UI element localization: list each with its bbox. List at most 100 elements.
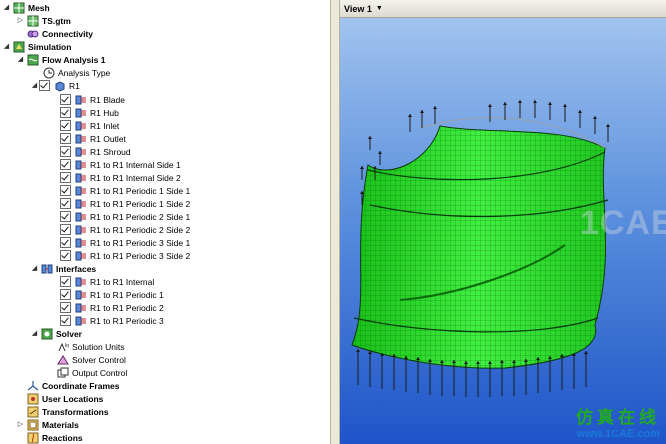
flow-arrow-head xyxy=(408,114,412,117)
domain-checkbox[interactable] xyxy=(39,80,50,91)
item-label: R1 to R1 Periodic 1 Side 2 xyxy=(90,198,191,209)
flow-arrow-head xyxy=(503,102,507,105)
item-checkbox[interactable] xyxy=(60,107,71,118)
interface-icon xyxy=(75,289,87,301)
tree-item-transformations[interactable]: Transformations xyxy=(25,405,109,418)
boundary-icon xyxy=(75,146,87,158)
tree-item-connectivity[interactable]: Connectivity xyxy=(25,27,93,40)
tree-item-mesh-file[interactable]: ▷ TS.gtm xyxy=(16,14,71,27)
list-item[interactable]: R1 to R1 Internal xyxy=(60,275,154,288)
splitter[interactable] xyxy=(330,0,340,444)
list-item[interactable]: R1 Blade xyxy=(60,93,125,106)
item-label: R1 to R1 Periodic 1 Side 1 xyxy=(90,185,191,196)
viewport[interactable]: View 1 ▼ 1CAE.COM 仿真在线 www.1CAE.com xyxy=(340,0,666,444)
list-item[interactable]: R1 to R1 Internal Side 1 xyxy=(60,158,181,171)
flow-arrow-head xyxy=(360,166,364,169)
tree-label-domain: R1 xyxy=(69,80,80,91)
item-checkbox[interactable] xyxy=(60,185,71,196)
item-checkbox[interactable] xyxy=(60,94,71,105)
boundary-icon xyxy=(75,120,87,132)
item-checkbox[interactable] xyxy=(60,302,71,313)
collapse-arrow-icon[interactable]: ◢ xyxy=(16,55,25,64)
boundary-icon xyxy=(75,133,87,145)
tree-item-output-control[interactable]: Output Control xyxy=(55,366,127,379)
item-checkbox[interactable] xyxy=(60,289,71,300)
brand-watermark: 仿真在线 www.1CAE.com xyxy=(576,409,660,441)
item-checkbox[interactable] xyxy=(60,146,71,157)
item-checkbox[interactable] xyxy=(60,198,71,209)
collapse-arrow-icon[interactable]: ◢ xyxy=(30,329,39,338)
mesh-icon xyxy=(13,2,25,14)
boundary-icon xyxy=(75,107,87,119)
list-item[interactable]: R1 to R1 Periodic 2 Side 2 xyxy=(60,223,190,236)
item-checkbox[interactable] xyxy=(60,211,71,222)
tree-item-solver[interactable]: ◢ Solver xyxy=(30,327,82,340)
list-item[interactable]: R1 Outlet xyxy=(60,132,126,145)
boundary-icon xyxy=(75,172,87,184)
list-item[interactable]: R1 Shroud xyxy=(60,145,131,158)
user-locations-icon xyxy=(27,393,39,405)
tree-item-coordinate-frames[interactable]: Coordinate Frames xyxy=(25,379,119,392)
list-item[interactable]: R1 to R1 Periodic 1 xyxy=(60,288,164,301)
item-checkbox[interactable] xyxy=(60,315,71,326)
item-label: R1 to R1 Periodic 3 Side 1 xyxy=(90,237,191,248)
list-item[interactable]: R1 to R1 Periodic 2 Side 1 xyxy=(60,210,190,223)
tree-item-solution-units[interactable]: kg Solution Units xyxy=(55,340,124,353)
item-label: R1 Outlet xyxy=(90,133,126,144)
solver-control-icon xyxy=(57,354,69,366)
list-item[interactable]: R1 to R1 Periodic 1 Side 1 xyxy=(60,184,190,197)
tree-item-analysis-type[interactable]: Analysis Type xyxy=(41,66,110,79)
tree-item-interfaces[interactable]: ◢ Interfaces xyxy=(30,262,96,275)
collapse-arrow-icon[interactable]: ◢ xyxy=(2,42,11,51)
list-item[interactable]: R1 to R1 Periodic 3 Side 2 xyxy=(60,249,190,262)
tree-item-simulation[interactable]: ◢ Simulation xyxy=(2,40,71,53)
tree-item-domain-r1[interactable]: ◢ R1 xyxy=(30,79,80,92)
flow-arrow-head xyxy=(533,100,537,103)
item-checkbox[interactable] xyxy=(60,250,71,261)
output-control-icon xyxy=(57,367,69,379)
collapse-arrow-icon[interactable]: ◢ xyxy=(30,81,39,90)
list-item[interactable]: R1 to R1 Periodic 1 Side 2 xyxy=(60,197,190,210)
tree-item-flow-analysis[interactable]: ◢ Flow Analysis 1 xyxy=(16,53,105,66)
list-item[interactable]: R1 to R1 Periodic 3 xyxy=(60,314,164,327)
flow-arrow-head xyxy=(593,116,597,119)
interface-icon xyxy=(75,315,87,327)
list-item[interactable]: R1 to R1 Periodic 3 Side 1 xyxy=(60,236,190,249)
tree-item-mesh[interactable]: ◢ Mesh xyxy=(2,1,50,14)
connectivity-icon xyxy=(27,28,39,40)
tree-item-user-locations[interactable]: User Locations xyxy=(25,392,103,405)
item-checkbox[interactable] xyxy=(60,133,71,144)
boundary-icon xyxy=(75,250,87,262)
list-item[interactable]: R1 Inlet xyxy=(60,119,119,132)
item-checkbox[interactable] xyxy=(60,159,71,170)
brand-url: www.1CAE.com xyxy=(576,428,660,440)
flow-arrow-head xyxy=(488,104,492,107)
tree-item-solver-control[interactable]: Solver Control xyxy=(55,353,126,366)
list-item[interactable]: R1 Hub xyxy=(60,106,119,119)
item-label: R1 to R1 Periodic 2 xyxy=(90,302,164,313)
expand-arrow-icon[interactable]: ▷ xyxy=(16,16,25,25)
expand-arrow-icon[interactable]: ▷ xyxy=(16,420,25,429)
tree-label-mesh-file: TS.gtm xyxy=(42,15,71,26)
interface-icon xyxy=(75,276,87,288)
item-checkbox[interactable] xyxy=(60,120,71,131)
clock-icon xyxy=(43,67,55,79)
coordinate-frame-icon xyxy=(27,380,39,392)
tree-label-solution-units: Solution Units xyxy=(72,341,125,352)
item-checkbox[interactable] xyxy=(60,224,71,235)
item-checkbox[interactable] xyxy=(60,237,71,248)
boundary-icon xyxy=(75,211,87,223)
item-checkbox[interactable] xyxy=(60,276,71,287)
flow-arrow-head xyxy=(563,104,567,107)
item-checkbox[interactable] xyxy=(60,172,71,183)
list-item[interactable]: R1 to R1 Internal Side 2 xyxy=(60,171,181,184)
tree-label-analysis-type: Analysis Type xyxy=(58,67,111,78)
tree-item-reactions[interactable]: Reactions xyxy=(25,431,83,444)
collapse-arrow-icon[interactable]: ◢ xyxy=(30,264,39,273)
item-label: R1 Inlet xyxy=(90,120,120,131)
transformations-icon xyxy=(27,406,39,418)
materials-icon xyxy=(27,419,39,431)
list-item[interactable]: R1 to R1 Periodic 2 xyxy=(60,301,164,314)
tree-item-materials[interactable]: ▷ Materials xyxy=(16,418,79,431)
collapse-arrow-icon[interactable]: ◢ xyxy=(2,3,11,12)
